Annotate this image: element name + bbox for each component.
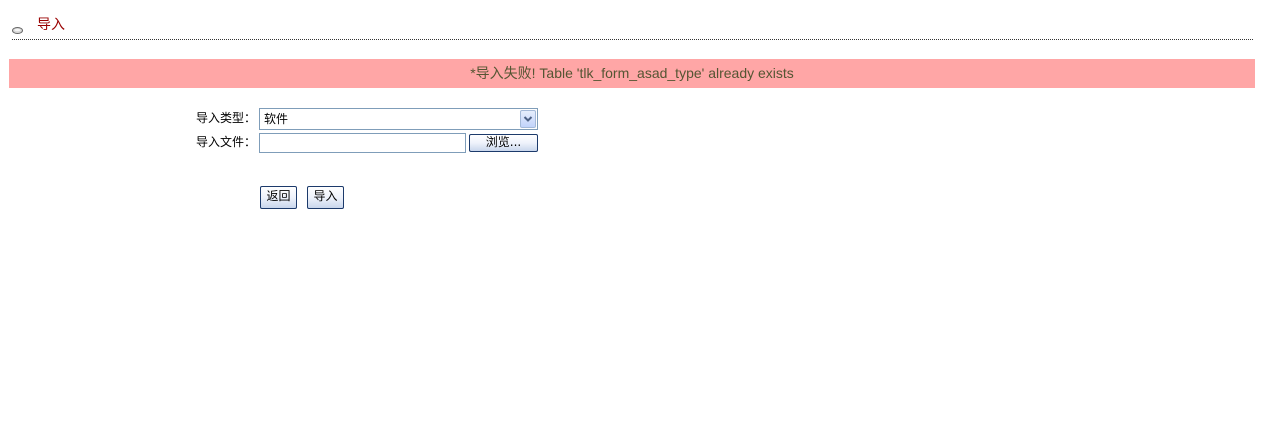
back-button[interactable]: 返回: [260, 186, 297, 209]
chevron-down-icon[interactable]: [520, 110, 536, 128]
page-title: 导入: [37, 17, 65, 33]
disc-icon: [12, 23, 23, 34]
page-header: 导入: [12, 14, 1253, 40]
import-type-value: 软件: [264, 112, 289, 126]
import-file-label: 导入文件：: [196, 135, 257, 149]
import-file-input[interactable]: [259, 133, 466, 153]
import-type-select[interactable]: 软件: [259, 108, 538, 130]
import-button[interactable]: 导入: [307, 186, 344, 209]
browse-button[interactable]: 浏览...: [469, 134, 538, 152]
import-type-label: 导入类型：: [196, 111, 257, 125]
error-alert: *导入失败! Table 'tlk_form_asad_type' alread…: [9, 59, 1255, 88]
